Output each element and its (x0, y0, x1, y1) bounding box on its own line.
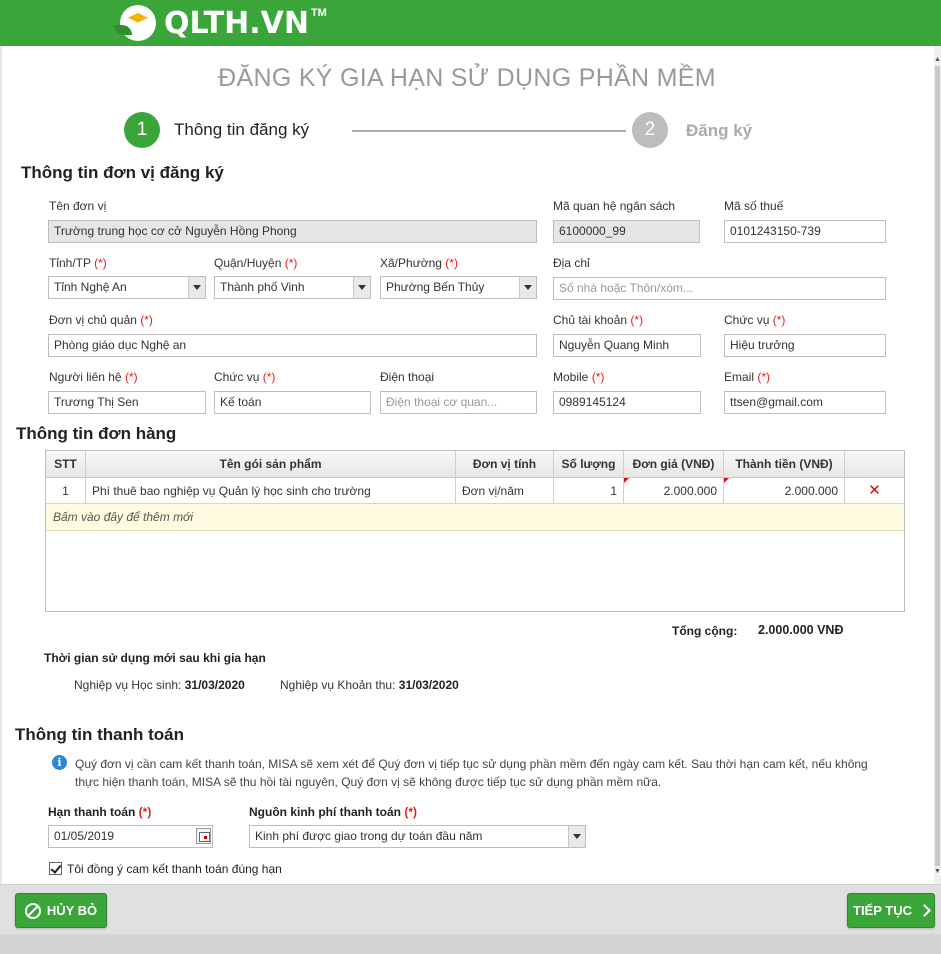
scroll-down-icon[interactable]: ▼ (934, 868, 941, 876)
brand-name: QLTH.VN (164, 5, 309, 41)
stepper-line (352, 130, 626, 132)
parent-unit-field[interactable]: Phòng giáo dục Nghệ an (48, 334, 537, 357)
unit-name-field[interactable]: Trường trung học cơ cở Nguyễn Hồng Phong (48, 220, 537, 243)
graduation-cap-icon (114, 3, 164, 43)
scrollbar-thumb[interactable] (935, 66, 940, 866)
owner-position-label: Chức vụ (*) (724, 313, 786, 327)
phone-input[interactable]: Điện thoại cơ quan... (380, 391, 537, 414)
page-title: ĐĂNG KÝ GIA HẠN SỬ DỤNG PHẦN MỀM (218, 64, 716, 92)
unit-name-label: Tên đơn vị (49, 199, 107, 213)
chevron-right-icon (918, 904, 931, 917)
chevron-down-icon[interactable] (188, 277, 205, 298)
vertical-scrollbar[interactable]: ▲ ▼ (934, 46, 941, 884)
province-label: Tỉnh/TP (*) (49, 256, 107, 270)
continue-button[interactable]: TIẾP TỤC (847, 893, 935, 928)
top-bar: QLTH.VN TM (0, 0, 941, 46)
order-section-title: Thông tin đơn hàng (16, 424, 177, 443)
parent-unit-label: Đơn vị chủ quản (*) (49, 313, 153, 327)
column-header-amount[interactable]: Thành tiền (VNĐ) (724, 451, 845, 477)
cancel-circle-icon (24, 902, 41, 919)
agree-checkbox[interactable] (49, 862, 62, 875)
footer-bar (0, 884, 941, 934)
column-header-qty[interactable]: Số lượng (554, 451, 624, 477)
contact-field[interactable]: Trương Thị Sen (48, 391, 206, 414)
chevron-down-icon[interactable] (568, 826, 585, 847)
mobile-field[interactable]: 0989145124 (553, 391, 701, 414)
tax-code-label: Mã số thuế (724, 199, 784, 213)
cell-amount[interactable]: 2.000.000 (724, 478, 845, 503)
column-header-unit[interactable]: Đơn vị tính (456, 451, 554, 477)
province-select[interactable]: Tỉnh Nghệ An (48, 276, 206, 299)
budget-code-field[interactable]: 6100000_99 (553, 220, 700, 243)
column-header-product[interactable]: Tên gói sản phẩm (86, 451, 456, 477)
student-usage-date: Nghiệp vụ Học sinh: 31/03/2020 (74, 678, 245, 692)
step-2-label: Đăng ký (686, 121, 753, 140)
step-1-circle: 1 (124, 112, 160, 148)
district-select[interactable]: Thành phố Vinh (214, 276, 371, 299)
continue-button-label: TIẾP TỤC (853, 903, 912, 918)
footer-bottom-strip (0, 934, 941, 954)
fee-usage-date: Nghiệp vụ Khoản thu: 31/03/2020 (280, 678, 459, 692)
cell-product: Phí thuê bao nghiệp vụ Quản lý học sinh … (86, 478, 456, 503)
deadline-label: Hạn thanh toán (*) (48, 805, 152, 819)
cell-stt: 1 (46, 478, 86, 503)
order-grid-header: STT Tên gói sản phẩm Đơn vị tính Số lượn… (46, 451, 904, 478)
total-value: 2.000.000 VNĐ (758, 623, 844, 637)
cancel-button[interactable]: HỦY BỎ (15, 893, 107, 928)
total-label: Tổng cộng: (672, 624, 738, 638)
agree-label[interactable]: Tôi đồng ý cam kết thanh toán đúng hạn (67, 862, 282, 876)
brand-logo[interactable]: QLTH.VN TM (114, 3, 327, 43)
email-label: Email (*) (724, 370, 771, 384)
chevron-down-icon[interactable] (353, 277, 370, 298)
brand-tm: TM (310, 7, 327, 19)
payment-section-title: Thông tin thanh toán (15, 725, 185, 744)
contact-label: Người liên hệ (*) (49, 370, 138, 384)
account-owner-field[interactable]: Nguyễn Quang Minh (553, 334, 701, 357)
table-row[interactable]: 1 Phí thuê bao nghiệp vụ Quản lý học sin… (46, 478, 904, 504)
cell-price[interactable]: 2.000.000 (624, 478, 724, 503)
budget-code-label: Mã quan hệ ngân sách (553, 199, 676, 213)
cell-qty[interactable]: 1 (554, 478, 624, 503)
phone-label: Điện thoại (380, 370, 435, 384)
cancel-button-label: HỦY BỎ (46, 903, 98, 918)
chevron-down-icon[interactable] (519, 277, 536, 298)
address-input[interactable]: Số nhà hoặc Thôn/xóm... (553, 277, 886, 300)
deadline-date-input[interactable]: 01/05/2019 (48, 825, 213, 848)
tax-code-field[interactable]: 0101243150-739 (724, 220, 886, 243)
funding-source-label: Nguồn kinh phí thanh toán (*) (249, 805, 417, 819)
column-header-stt[interactable]: STT (46, 451, 86, 477)
calendar-icon[interactable] (196, 828, 211, 844)
info-icon: i (52, 755, 67, 770)
step-2-circle: 2 (632, 112, 668, 148)
cell-unit: Đơn vị/năm (456, 478, 554, 503)
delete-row-icon[interactable]: ✕ (845, 478, 904, 503)
email-field[interactable]: ttsen@gmail.com (724, 391, 886, 414)
ward-label: Xã/Phường (*) (380, 256, 458, 270)
add-new-row[interactable]: Bấm vào đây để thêm mới (46, 504, 904, 531)
mobile-label: Mobile (*) (553, 370, 605, 384)
order-grid: STT Tên gói sản phẩm Đơn vị tính Số lượn… (45, 450, 905, 612)
scroll-up-icon[interactable]: ▲ (934, 56, 941, 64)
account-owner-label: Chủ tài khoản (*) (553, 313, 644, 327)
owner-position-field[interactable]: Hiệu trưởng (724, 334, 886, 357)
ward-select[interactable]: Phường Bến Thủy (380, 276, 537, 299)
step-1-label: Thông tin đăng ký (174, 120, 310, 139)
payment-info-text: Quý đơn vị cần cam kết thanh toán, MISA … (75, 757, 868, 789)
column-header-action (845, 451, 904, 477)
unit-section-title: Thông tin đơn vị đăng ký (21, 163, 224, 182)
usage-time-title: Thời gian sử dụng mới sau khi gia hạn (44, 651, 266, 665)
district-label: Quận/Huyện (*) (214, 256, 298, 270)
column-header-price[interactable]: Đơn giá (VNĐ) (624, 451, 724, 477)
funding-source-select[interactable]: Kinh phí được giao trong dự toán đầu năm (249, 825, 586, 848)
contact-position-label: Chức vụ (*) (214, 370, 276, 384)
address-label: Địa chỉ (553, 256, 590, 270)
contact-position-field[interactable]: Kế toán (214, 391, 371, 414)
